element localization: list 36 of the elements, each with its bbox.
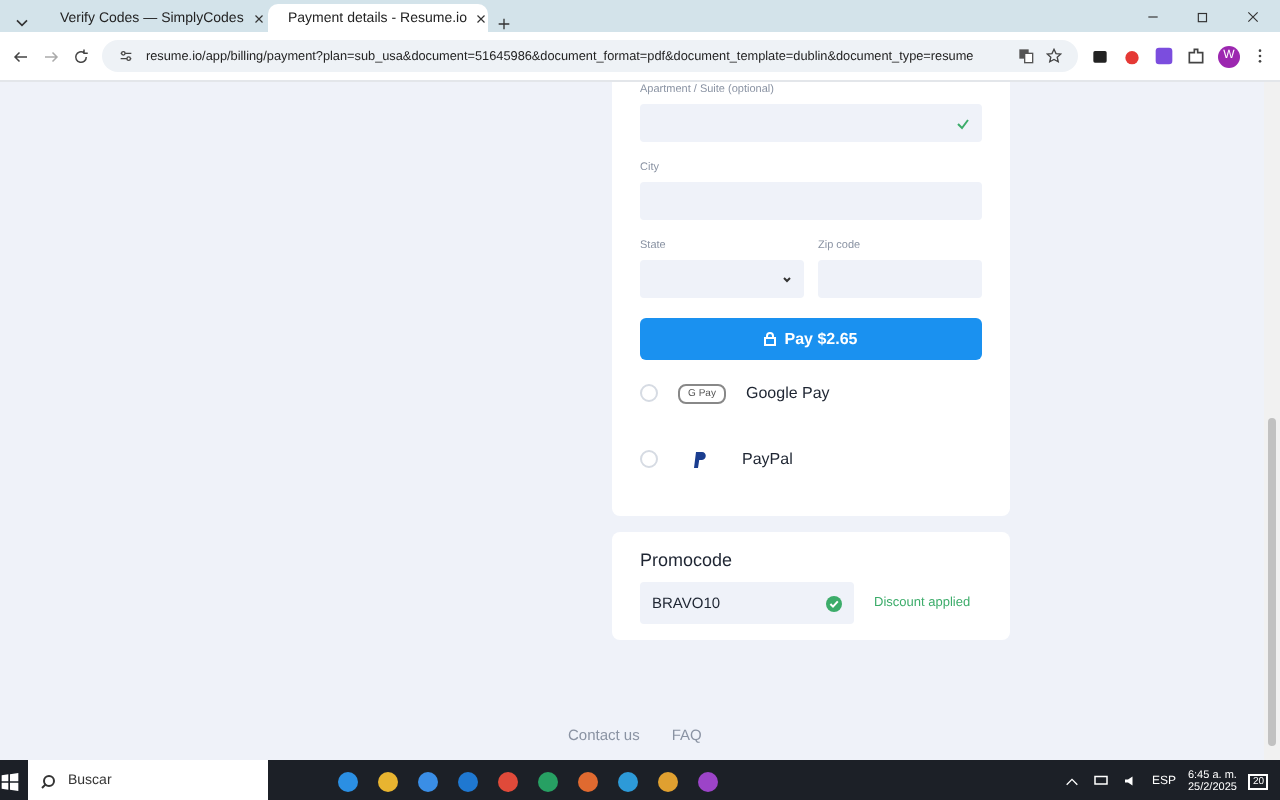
star-icon[interactable]	[1046, 48, 1062, 64]
app-icon[interactable]	[496, 769, 520, 793]
chevron-down-icon	[782, 275, 792, 283]
close-icon[interactable]	[1246, 9, 1260, 23]
radio-button[interactable]	[640, 450, 658, 468]
app-icon[interactable]	[576, 769, 600, 793]
chevron-up-icon[interactable]	[1063, 773, 1080, 789]
select-field[interactable]	[640, 260, 804, 298]
check-circle-icon	[826, 595, 842, 611]
new-tab-icon[interactable]	[496, 16, 512, 32]
translate-icon[interactable]	[1018, 48, 1034, 64]
reload-icon[interactable]	[72, 47, 90, 65]
app-icon[interactable]	[416, 769, 440, 793]
input-field[interactable]	[640, 104, 982, 142]
app-icon[interactable]	[656, 769, 680, 793]
close-icon[interactable]	[251, 11, 266, 25]
payment-method-label[interactable]: Google Pay	[746, 384, 830, 402]
close-icon[interactable]	[474, 11, 489, 25]
search-icon	[40, 773, 56, 789]
app-icon[interactable]	[616, 769, 640, 793]
app-icon[interactable]	[456, 769, 480, 793]
site-settings-icon[interactable]	[118, 48, 134, 64]
scrollbar[interactable]	[1264, 82, 1280, 760]
restore-icon[interactable]	[1196, 9, 1210, 23]
radio-button[interactable]	[640, 384, 658, 402]
app-icon[interactable]	[336, 769, 360, 793]
payment-method-label[interactable]: PayPal	[742, 450, 793, 468]
promo-title: Promocode	[640, 550, 735, 570]
lock-icon	[764, 332, 777, 346]
app-icon[interactable]	[536, 769, 560, 793]
puzzle-icon[interactable]	[1186, 46, 1206, 66]
app-icon[interactable]	[376, 769, 400, 793]
back-icon[interactable]	[12, 47, 30, 65]
windows-start-icon[interactable]	[0, 771, 20, 791]
paypal-logo	[694, 451, 706, 467]
network-icon[interactable]	[1091, 772, 1110, 790]
